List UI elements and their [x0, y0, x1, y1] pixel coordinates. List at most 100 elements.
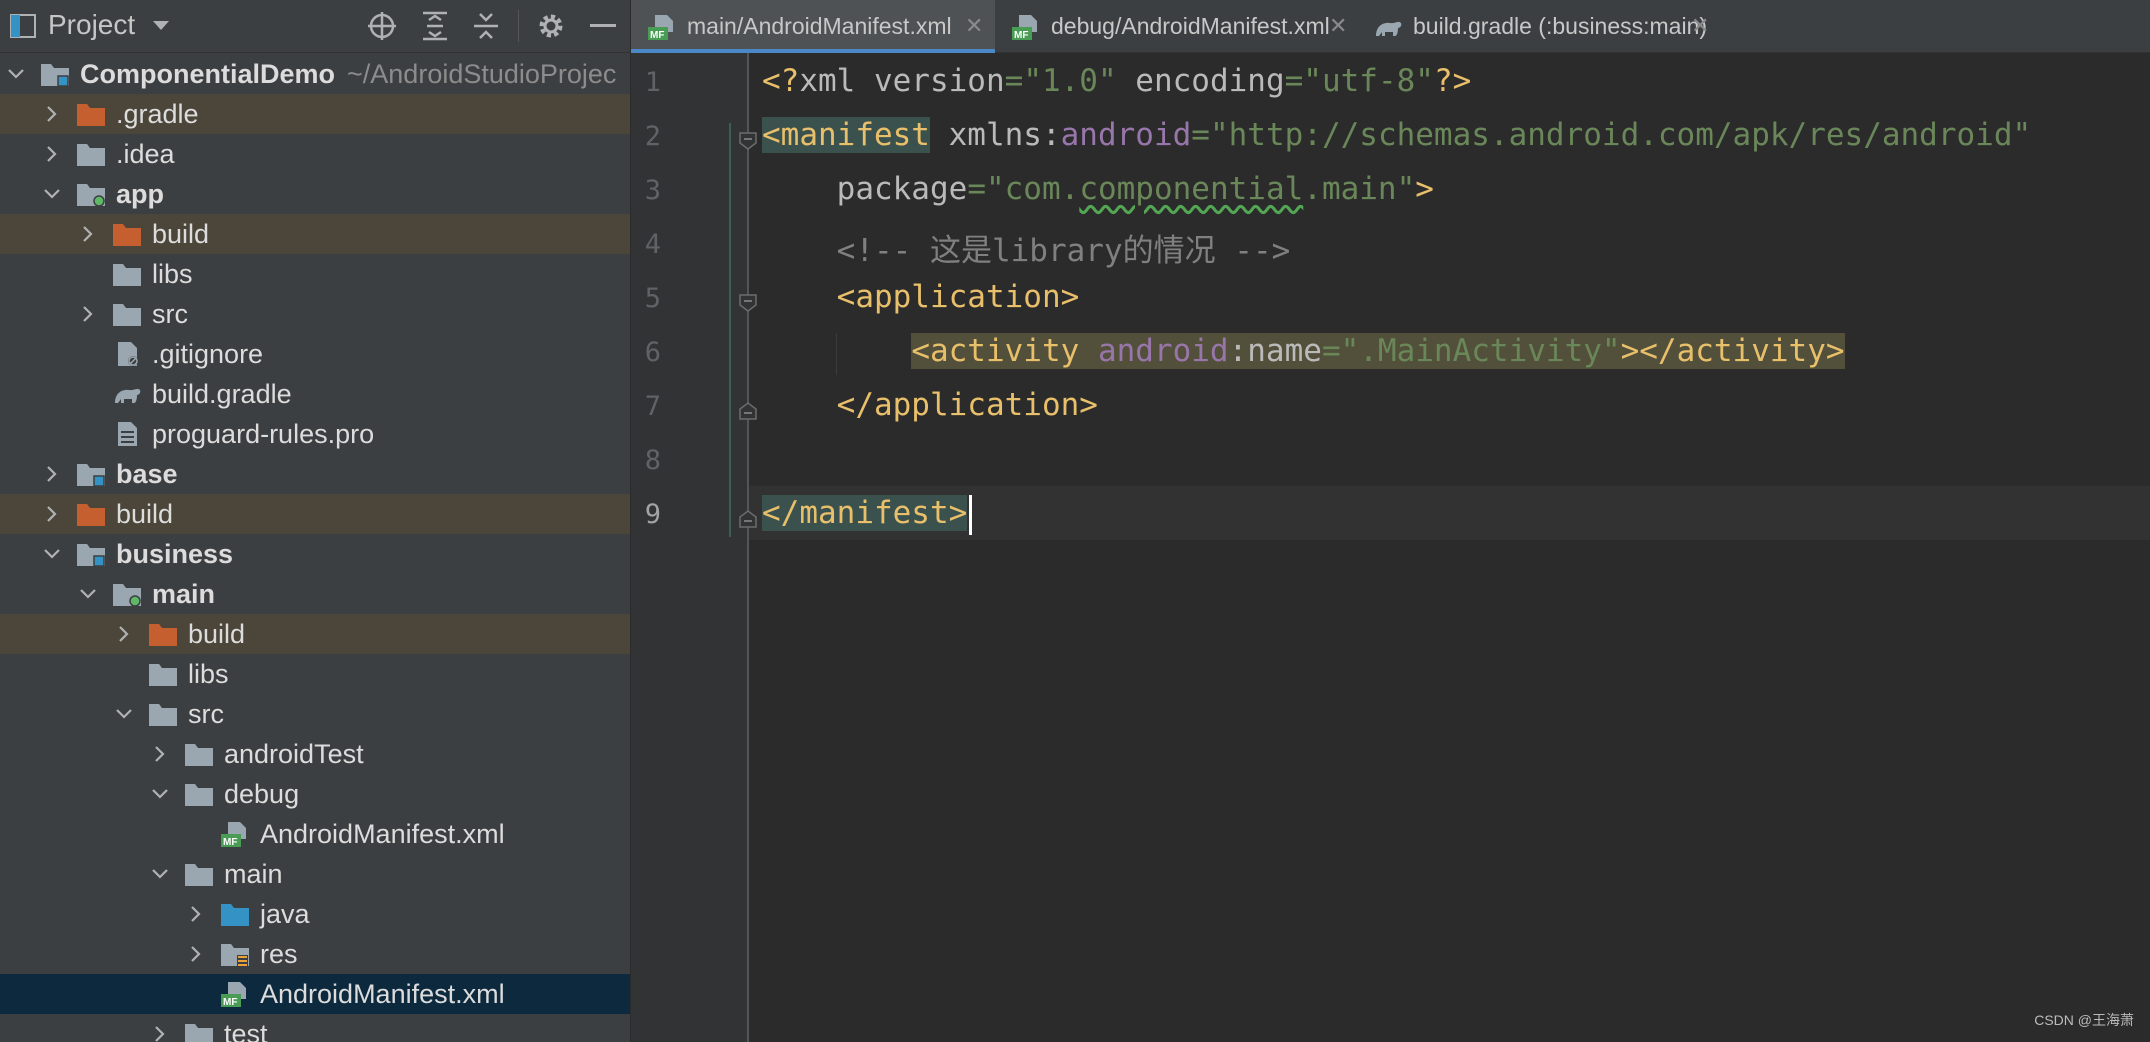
code-line[interactable]: package="com.componential.main"> [762, 171, 1434, 211]
tree-item[interactable]: src [0, 694, 630, 734]
tree-item[interactable]: app [0, 174, 630, 214]
chevron-down-icon[interactable] [42, 544, 62, 564]
tree-item[interactable]: main [0, 854, 630, 894]
code-token: <activity [911, 333, 1098, 369]
code-editor[interactable]: 123456789 <?xml version="1.0" encoding="… [631, 53, 2150, 1042]
tree-item[interactable]: main [0, 574, 630, 614]
code-line[interactable]: </manifest> [762, 495, 968, 535]
tree-item[interactable]: build [0, 214, 630, 254]
fold-marker-icon[interactable] [738, 131, 758, 151]
code-token: = [967, 171, 986, 207]
tree-item[interactable]: libs [0, 254, 630, 294]
editor-tab[interactable]: MF main/AndroidManifest.xml ✕ [631, 0, 995, 53]
chevron-down-icon[interactable] [152, 20, 170, 32]
tree-item[interactable]: .gitignore [0, 334, 630, 374]
tree-item[interactable]: .gradle [0, 94, 630, 134]
watermark: CSDN @王海萧 [2034, 1012, 2134, 1028]
tree-item[interactable]: debug [0, 774, 630, 814]
fold-marker-icon[interactable] [738, 293, 758, 313]
tree-item[interactable]: MF AndroidManifest.xml [0, 814, 630, 854]
code-token: > [1415, 171, 1434, 207]
project-view-selector[interactable]: Project [48, 9, 135, 41]
tree-item[interactable]: build.gradle [0, 374, 630, 414]
tree-item-label: androidTest [224, 739, 364, 770]
line-number: 4 [644, 229, 661, 260]
code-token: = [1321, 333, 1341, 369]
tree-item[interactable]: androidTest [0, 734, 630, 774]
chevron-right-icon[interactable] [78, 304, 98, 324]
excluded-folder-icon [77, 504, 105, 526]
tree-item[interactable]: MF AndroidManifest.xml [0, 974, 630, 1014]
code-line[interactable]: <!-- 这是library的情况 --> [762, 225, 1291, 269]
tree-item-name: .gitignore [152, 339, 264, 369]
chevron-down-icon[interactable] [150, 784, 170, 804]
code-line[interactable]: <application> [762, 279, 1080, 319]
chevron-right-icon[interactable] [114, 624, 134, 644]
chevron-right-icon[interactable] [42, 144, 62, 164]
locate-icon[interactable] [367, 11, 397, 41]
tree-item[interactable]: libs [0, 654, 630, 694]
folder-icon [77, 144, 105, 166]
tree-item-label: libs [152, 259, 193, 290]
chevron-down-icon[interactable] [150, 864, 170, 884]
project-view-icon[interactable] [10, 14, 36, 38]
chevron-down-icon[interactable] [114, 704, 134, 724]
tree-item[interactable]: res [0, 934, 630, 974]
collapse-all-icon[interactable] [472, 11, 500, 41]
chevron-right-icon[interactable] [42, 504, 62, 524]
code-token: <!-- 这是library的情况 --> [762, 233, 1291, 269]
chevron-down-icon[interactable] [78, 584, 98, 604]
code-token: .main" [1303, 171, 1416, 207]
close-icon[interactable]: ✕ [1329, 13, 1347, 39]
settings-icon[interactable] [537, 12, 565, 40]
chevron-down-icon[interactable] [6, 64, 26, 84]
code-token: = [1191, 117, 1210, 153]
code-token: ></activity> [1620, 333, 1845, 369]
tree-item[interactable]: business [0, 534, 630, 574]
chevron-right-icon[interactable] [150, 744, 170, 764]
gradle-file-icon [1376, 21, 1402, 36]
tree-item[interactable]: .idea [0, 134, 630, 174]
chevron-right-icon[interactable] [78, 224, 98, 244]
tree-item[interactable]: build [0, 494, 630, 534]
close-icon[interactable]: ✕ [1691, 13, 1709, 39]
tree-item-name: build [188, 619, 246, 649]
line-number: 3 [644, 175, 661, 206]
tree-item-label: java [260, 899, 310, 930]
tree-item[interactable]: build [0, 614, 630, 654]
chevron-right-icon[interactable] [42, 104, 62, 124]
svg-text:MF: MF [1014, 30, 1028, 41]
tree-item-name: ComponentialDemo [80, 59, 336, 89]
code-line[interactable]: <manifest xmlns:android="http://schemas.… [762, 117, 2031, 157]
minimize-icon[interactable] [590, 24, 616, 28]
tree-item[interactable]: proguard-rules.pro [0, 414, 630, 454]
fold-marker-icon[interactable] [738, 509, 758, 529]
tree-item-label: test [224, 1019, 268, 1042]
tree-item[interactable]: base [0, 454, 630, 494]
tree-item-name: base [116, 459, 178, 489]
folder-icon [185, 864, 213, 886]
code-line[interactable]: </application> [762, 387, 1098, 427]
close-icon[interactable]: ✕ [965, 13, 983, 39]
chevron-right-icon[interactable] [42, 464, 62, 484]
chevron-right-icon[interactable] [186, 944, 206, 964]
chevron-right-icon[interactable] [150, 1024, 170, 1042]
chevron-right-icon[interactable] [186, 904, 206, 924]
tree-item[interactable]: ComponentialDemo ~/AndroidStudioProjec [0, 54, 630, 94]
tree-item[interactable]: src [0, 294, 630, 334]
project-panel-header: Project [0, 0, 630, 53]
editor-tab[interactable]: MF debug/AndroidManifest.xml ✕ [995, 0, 1357, 52]
project-path: ~/AndroidStudioProjec [347, 59, 617, 89]
tree-item-name: libs [188, 659, 229, 689]
chevron-down-icon[interactable] [42, 184, 62, 204]
fold-marker-icon[interactable] [738, 401, 758, 421]
code-line[interactable]: <activity android:name=".MainActivity"><… [762, 333, 1845, 373]
code-line[interactable]: <?xml version="1.0" encoding="utf-8"?> [762, 63, 1471, 103]
tree-item[interactable]: java [0, 894, 630, 934]
editor-tab[interactable]: build.gradle (:business:main) ✕ [1357, 0, 1719, 52]
line-number: 8 [644, 445, 661, 476]
tree-item-label: build.gradle [152, 379, 292, 410]
tree-item[interactable]: test [0, 1014, 630, 1042]
expand-all-icon[interactable] [421, 11, 449, 41]
